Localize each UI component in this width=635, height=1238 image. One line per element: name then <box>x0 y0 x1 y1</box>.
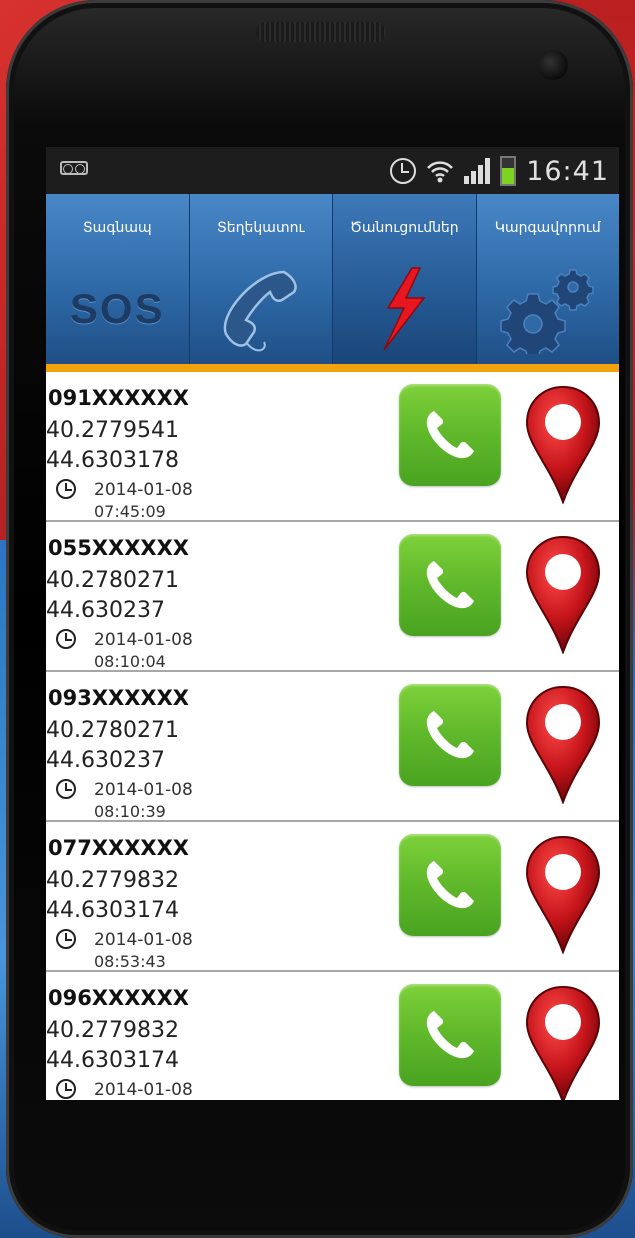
sos-icon-text: SOS <box>69 285 165 332</box>
map-pin-icon[interactable] <box>524 534 602 654</box>
clock-icon <box>56 1079 76 1099</box>
tab-alarm-label: Տագնապ <box>82 220 152 236</box>
caller-number: 096XXXXXX <box>48 986 189 1010</box>
alert-date: 2014-01-08 <box>94 780 193 800</box>
clock-icon <box>56 779 76 799</box>
map-pin-icon[interactable] <box>524 984 602 1100</box>
tab-notifications-label: Ծանուցումներ <box>349 220 459 236</box>
battery-icon <box>500 156 517 186</box>
alert-date: 2014-01-08 <box>94 480 193 500</box>
call-button[interactable] <box>399 984 501 1086</box>
list-item[interactable]: 096XXXXXX 40.2779832 44.6303174 2014-01-… <box>46 972 619 1100</box>
list-item[interactable]: 091XXXXXX 40.2779541 44.6303178 2014-01-… <box>46 372 619 522</box>
alert-time: 07:45:09 <box>94 502 166 521</box>
front-camera <box>538 50 568 80</box>
longitude: 44.6303174 <box>46 1048 179 1073</box>
caller-number: 093XXXXXX <box>48 686 189 710</box>
app-screen: 16:41 Տագնապ SOS Տեղեկատու Ծանուցումներ … <box>46 147 619 1100</box>
alert-time: 08:10:04 <box>94 652 166 671</box>
phone-icon <box>426 861 474 909</box>
voicemail-icon <box>60 161 88 175</box>
clock-icon <box>56 929 76 949</box>
phone-icon <box>426 411 474 459</box>
list-item[interactable]: 077XXXXXX 40.2779832 44.6303174 2014-01-… <box>46 822 619 972</box>
tab-directory-label: Տեղեկատու <box>216 220 305 236</box>
call-button[interactable] <box>399 384 501 486</box>
longitude: 44.6303174 <box>46 898 179 923</box>
alarm-clock-icon <box>390 158 417 184</box>
latitude: 40.2780271 <box>46 568 179 593</box>
tab-directory[interactable]: Տեղեկատու <box>190 194 333 364</box>
phone-frame: 16:41 Տագնապ SOS Տեղեկատու Ծանուցումներ … <box>6 0 633 1238</box>
phone-icon <box>426 1011 474 1059</box>
lightning-icon <box>333 264 476 354</box>
signal-strength-icon <box>464 158 491 184</box>
gears-icon <box>477 264 620 354</box>
caller-number: 055XXXXXX <box>48 536 189 560</box>
alert-date: 2014-01-08 <box>94 630 193 650</box>
phone-handset-icon <box>190 264 333 354</box>
sos-icon: SOS <box>46 264 189 354</box>
map-pin-icon[interactable] <box>524 384 602 504</box>
caller-number: 091XXXXXX <box>48 386 189 410</box>
phone-icon <box>426 561 474 609</box>
status-clock: 16:41 <box>526 155 609 187</box>
call-button[interactable] <box>399 534 501 636</box>
call-button[interactable] <box>399 684 501 786</box>
latitude: 40.2779832 <box>46 868 179 893</box>
tab-alarm[interactable]: Տագնապ SOS <box>46 194 190 364</box>
map-pin-icon[interactable] <box>524 834 602 954</box>
latitude: 40.2779541 <box>46 418 179 443</box>
alert-time: 08:53:43 <box>94 952 166 971</box>
latitude: 40.2779832 <box>46 1018 179 1043</box>
map-pin-icon[interactable] <box>524 684 602 804</box>
call-button[interactable] <box>399 834 501 936</box>
alert-time: 08:10:39 <box>94 802 166 821</box>
clock-icon <box>56 629 76 649</box>
latitude: 40.2780271 <box>46 718 179 743</box>
status-bar: 16:41 <box>46 147 619 194</box>
longitude: 44.630237 <box>46 598 165 623</box>
phone-icon <box>426 711 474 759</box>
list-item[interactable]: 093XXXXXX 40.2780271 44.630237 2014-01-0… <box>46 672 619 822</box>
clock-icon <box>56 479 76 499</box>
status-icons: 16:41 <box>390 153 609 189</box>
list-item[interactable]: 055XXXXXX 40.2780271 44.630237 2014-01-0… <box>46 522 619 672</box>
speaker-grille <box>256 22 386 42</box>
alerts-list: 091XXXXXX 40.2779541 44.6303178 2014-01-… <box>46 372 619 1100</box>
alert-date: 2014-01-08 <box>94 930 193 950</box>
tab-notifications[interactable]: Ծանուցումներ <box>333 194 477 364</box>
alert-date: 2014-01-08 <box>94 1080 193 1100</box>
tab-settings[interactable]: Կարգավորում <box>477 194 620 364</box>
tab-settings-label: Կարգավորում <box>494 220 601 236</box>
wifi-icon <box>427 161 454 183</box>
caller-number: 077XXXXXX <box>48 836 189 860</box>
longitude: 44.6303178 <box>46 448 179 473</box>
longitude: 44.630237 <box>46 748 165 773</box>
tab-bar: Տագնապ SOS Տեղեկատու Ծանուցումներ Կարգավ… <box>46 194 619 372</box>
